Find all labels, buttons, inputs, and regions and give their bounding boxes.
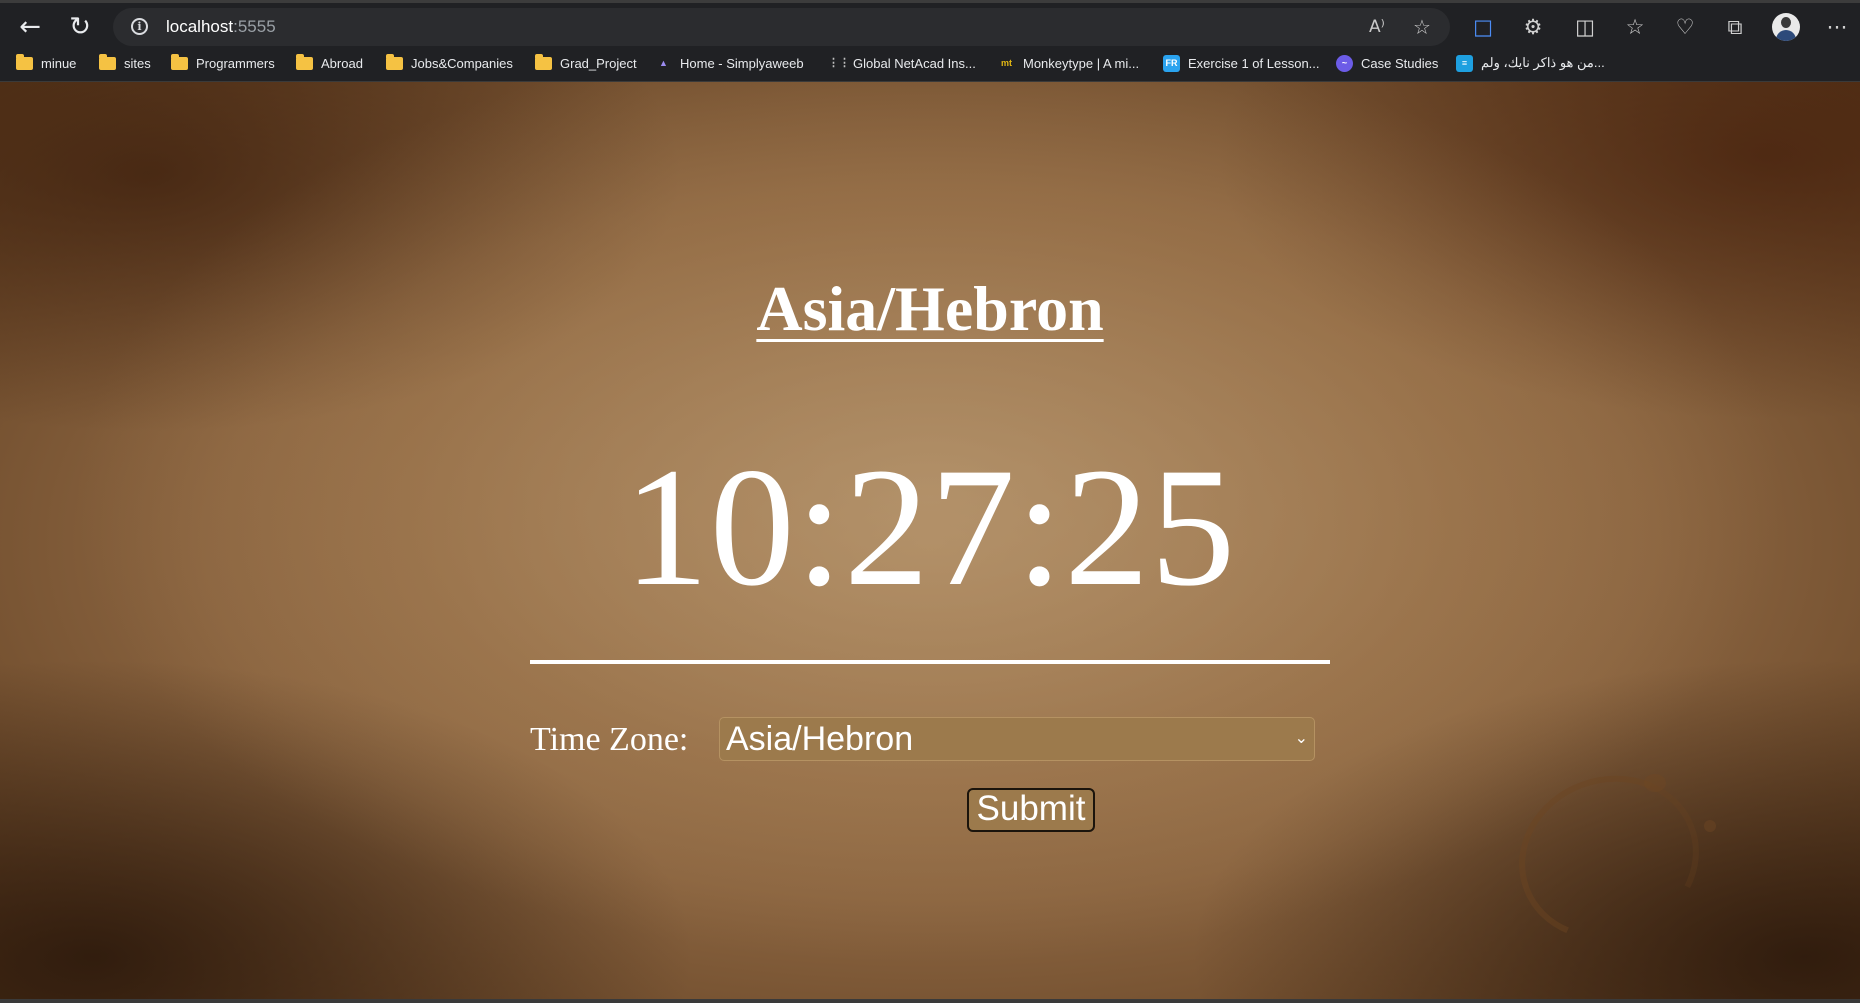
bookmark-arabic-site[interactable]: ≡ من هو ذاكر نايك، ولم... [1456,52,1605,74]
browser-toolbar: ← ↻ i localhost:5555 A⁾ ☆ □ ⚙ ◫ ☆ ♡ ⧉ ⋯ [0,0,1860,47]
bookmark-label: Global NetAcad Ins... [853,55,976,71]
url-host: localhost [166,17,234,36]
bookmark-netacad[interactable]: ⋮⋮ Global NetAcad Ins... [828,52,976,74]
folder-icon [386,53,403,70]
timezone-select[interactable]: Asia/Hebron ⌄ [719,717,1315,761]
bookmark-minue[interactable]: minue [16,52,76,74]
monkeytype-icon: mt [1001,57,1012,68]
url-text[interactable]: localhost:5555 [166,17,276,37]
site-info-icon[interactable]: i [131,18,148,35]
simplyaweeb-icon: ▲ [659,57,668,68]
folder-icon [535,53,552,70]
coffee-stain-dot [1644,774,1666,792]
bookmark-label: Monkeytype | A mi... [1023,55,1140,71]
extensions-icon[interactable]: ⚙ [1518,12,1548,42]
coffee-stain-dot [1704,820,1716,832]
cisco-icon: ⋮⋮ [828,56,850,69]
bookmarks-bar: minue sites Programmers Abroad Jobs&Comp… [0,47,1860,82]
folder-icon [296,53,313,70]
window-bottom-edge [0,999,1860,1003]
screenshot-crop-icon[interactable]: □ [1468,12,1498,42]
bookmark-jobs-companies[interactable]: Jobs&Companies [386,52,513,74]
split-screen-icon[interactable]: ◫ [1570,12,1600,42]
divider [530,660,1330,664]
back-arrow-icon[interactable]: ← [12,11,48,43]
bookmark-label: Home - Simplyaweeb [680,55,804,71]
bookmark-monkeytype[interactable]: mt Monkeytype | A mi... [998,52,1139,74]
bookmark-label: minue [41,55,77,71]
more-menu-icon[interactable]: ⋯ [1822,12,1852,42]
reload-icon[interactable]: ↻ [62,11,98,43]
folder-icon [99,53,116,70]
bookmark-label: من هو ذاكر نايك، ولم... [1481,55,1605,70]
bookmark-exercise[interactable]: FR Exercise 1 of Lesson... [1163,52,1320,74]
case-studies-icon: ~ [1336,54,1353,72]
timezone-selected-value: Asia/Hebron [726,720,914,758]
bookmark-abroad[interactable]: Abroad [296,52,363,74]
clock-panel: Asia/Hebron 10:27:25 Time Zone: Asia/Heb… [530,82,1330,1003]
timezone-heading-text: Asia/Hebron [756,273,1104,344]
url-port: :5555 [233,17,276,36]
folder-icon [171,53,188,70]
clock-display: 10:27:25 [623,433,1237,621]
bookmark-label: Case Studies [1361,55,1439,71]
timezone-form-row: Time Zone: Asia/Hebron ⌄ [530,717,1330,763]
timezone-heading: Asia/Hebron [530,272,1330,346]
favorites-icon[interactable]: ☆ [1620,12,1650,42]
bookmark-label: Exercise 1 of Lesson... [1188,55,1320,71]
page-background: Asia/Hebron 10:27:25 Time Zone: Asia/Heb… [0,82,1860,1003]
arabic-site-icon: ≡ [1456,54,1473,72]
timezone-label: Time Zone: [530,721,689,758]
bookmark-case-studies[interactable]: ~ Case Studies [1336,52,1438,74]
submit-button[interactable]: Submit [967,788,1095,832]
bookmark-label: sites [124,55,151,71]
fr-icon: FR [1163,54,1180,72]
collections-icon[interactable]: ⧉ [1720,12,1750,42]
bookmark-label: Abroad [321,55,363,71]
bookmark-sites[interactable]: sites [99,52,151,74]
bookmark-grad-project[interactable]: Grad_Project [535,52,637,74]
bookmark-label: Programmers [196,55,275,71]
chevron-down-icon: ⌄ [1294,730,1308,747]
favorite-star-icon[interactable]: ☆ [1413,16,1431,38]
bookmark-label: Grad_Project [560,55,637,71]
coffee-stain-decoration [1495,750,1723,966]
bookmark-programmers[interactable]: Programmers [171,52,275,74]
folder-icon [16,53,33,70]
bookmark-label: Jobs&Companies [411,55,513,71]
profile-avatar[interactable] [1772,13,1800,41]
address-bar[interactable]: i localhost:5555 A⁾ ☆ [113,8,1450,46]
browser-essentials-icon[interactable]: ♡ [1670,12,1700,42]
bookmark-simplyaweeb[interactable]: ▲ Home - Simplyaweeb [655,52,804,74]
read-aloud-icon[interactable]: A⁾ [1369,16,1385,38]
